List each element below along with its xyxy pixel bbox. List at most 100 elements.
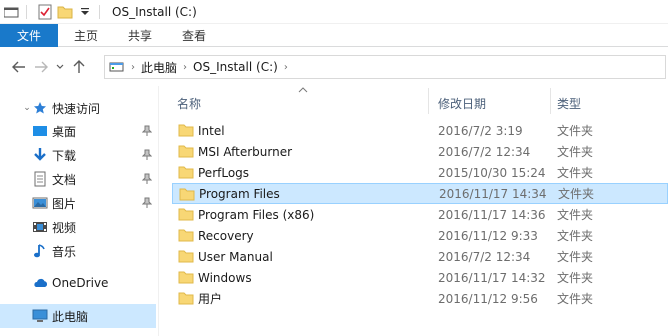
folder-icon	[178, 207, 194, 221]
column-divider[interactable]	[428, 88, 429, 114]
folder-icon	[178, 270, 194, 284]
file-row[interactable]: Windows 2016/11/17 14:32 文件夹	[172, 267, 668, 288]
sidebar-item-documents[interactable]: 文档	[0, 167, 156, 191]
folder-icon	[179, 187, 195, 201]
sidebar-item-onedrive[interactable]: OneDrive	[0, 271, 156, 295]
file-type: 文件夹	[557, 166, 594, 180]
download-icon	[32, 147, 48, 163]
pictures-icon	[32, 195, 48, 211]
column-header-name[interactable]: 名称	[177, 95, 201, 112]
music-icon	[32, 243, 48, 259]
folder-icon	[178, 249, 194, 263]
chevron-down-icon[interactable]: ⌄	[22, 103, 32, 113]
file-name: Recovery	[198, 228, 254, 243]
sidebar-item-pictures[interactable]: 图片	[0, 191, 156, 215]
up-button[interactable]	[68, 56, 90, 78]
file-row[interactable]: MSI Afterburner 2016/7/2 12:34 文件夹	[172, 141, 668, 162]
computer-icon	[32, 308, 48, 324]
tab-file[interactable]: 文件	[0, 24, 58, 47]
file-type: 文件夹	[557, 208, 594, 222]
video-icon	[32, 219, 48, 235]
file-row[interactable]: Recovery 2016/11/12 9:33 文件夹	[172, 225, 668, 246]
tab-home[interactable]: 主页	[58, 24, 114, 47]
ribbon-tabs: 文件 主页 共享 查看	[0, 24, 668, 47]
file-modified: 2016/11/17 14:34	[439, 186, 547, 201]
file-type: 文件夹	[557, 292, 594, 306]
file-type: 文件夹	[557, 145, 594, 159]
file-name: Windows	[198, 270, 252, 285]
file-type: 文件夹	[557, 229, 594, 243]
breadcrumb-this-pc[interactable]: 此电脑	[141, 59, 177, 76]
drive-icon	[109, 61, 125, 73]
sidebar-item-music[interactable]: 音乐	[0, 239, 156, 263]
pin-icon[interactable]	[142, 125, 152, 137]
explorer-icon[interactable]	[4, 4, 20, 20]
file-modified: 2015/10/30 15:24	[438, 165, 546, 180]
file-name: User Manual	[198, 249, 273, 264]
sort-ascending-icon	[298, 86, 308, 95]
file-type: 文件夹	[557, 124, 594, 138]
back-button[interactable]	[8, 56, 30, 78]
column-header-type[interactable]: 类型	[557, 95, 581, 112]
folder-icon	[178, 165, 194, 179]
file-name: 用户	[198, 292, 223, 306]
file-row[interactable]: Program Files (x86) 2016/11/17 14:36 文件夹	[172, 204, 668, 225]
folder-icon	[178, 228, 194, 242]
file-modified: 2016/7/2 12:34	[438, 249, 531, 264]
forward-button[interactable]	[30, 56, 52, 78]
recent-locations-button[interactable]	[52, 56, 68, 78]
breadcrumb-drive[interactable]: OS_Install (C:)	[193, 60, 278, 74]
folder-icon	[178, 123, 194, 137]
file-name: MSI Afterburner	[198, 144, 293, 159]
file-name: PerfLogs	[198, 165, 250, 180]
star-icon	[32, 100, 48, 116]
title-bar: OS_Install (C:)	[0, 0, 668, 24]
tab-share[interactable]: 共享	[114, 24, 166, 47]
sidebar-item-desktop[interactable]: 桌面	[0, 119, 156, 143]
sidebar-item-videos[interactable]: 视频	[0, 215, 156, 239]
pin-icon[interactable]	[142, 149, 152, 161]
properties-icon[interactable]	[37, 4, 53, 20]
document-icon	[32, 171, 48, 187]
window-title: OS_Install (C:)	[112, 4, 197, 19]
toolbar-divider	[99, 4, 100, 19]
address-bar[interactable]: › 此电脑 › OS_Install (C:) ›	[104, 55, 666, 79]
pane-divider[interactable]	[158, 86, 159, 336]
up-arrow-icon	[73, 60, 85, 73]
sidebar-item-downloads[interactable]: 下载	[0, 143, 156, 167]
pin-icon[interactable]	[142, 197, 152, 209]
file-row[interactable]: Intel 2016/7/2 3:19 文件夹	[172, 120, 668, 141]
pin-icon[interactable]	[142, 173, 152, 185]
file-row-selected[interactable]: Program Files 2016/11/17 14:34 文件夹	[172, 183, 668, 204]
file-type: 文件夹	[558, 187, 595, 201]
breadcrumb-chevron-icon[interactable]: ›	[131, 62, 135, 73]
chevron-down-icon	[56, 64, 64, 69]
file-type: 文件夹	[557, 271, 594, 285]
file-modified: 2016/11/17 14:36	[438, 207, 546, 222]
file-modified: 2016/7/2 3:19	[438, 123, 523, 138]
folder-icon	[178, 144, 194, 158]
file-modified: 2016/11/17 14:32	[438, 270, 546, 285]
sidebar-item-this-pc[interactable]: 此电脑	[0, 304, 156, 328]
sidebar-item-quick-access[interactable]: ⌄ 快速访问	[0, 96, 156, 120]
breadcrumb-chevron-icon[interactable]: ›	[284, 62, 288, 73]
file-row[interactable]: User Manual 2016/7/2 12:34 文件夹	[172, 246, 668, 267]
column-header-modified[interactable]: 修改日期	[438, 95, 486, 112]
new-folder-icon[interactable]	[57, 4, 73, 20]
tab-view[interactable]: 查看	[166, 24, 222, 47]
navigation-bar: › 此电脑 › OS_Install (C:) ›	[0, 48, 668, 86]
customize-dropdown-icon[interactable]	[77, 4, 93, 20]
quick-access-toolbar	[0, 0, 106, 24]
breadcrumb-chevron-icon[interactable]: ›	[183, 62, 187, 73]
toolbar-divider	[26, 4, 27, 19]
file-row[interactable]: PerfLogs 2015/10/30 15:24 文件夹	[172, 162, 668, 183]
file-type: 文件夹	[557, 250, 594, 264]
cloud-icon	[32, 275, 48, 291]
navigation-pane: ⌄ 快速访问 桌面 下载 文档 图片 视频 音乐 OneDrive 此电脑	[0, 92, 158, 336]
column-divider[interactable]	[550, 88, 551, 114]
folder-icon	[178, 291, 194, 305]
file-name: Program Files	[199, 186, 280, 201]
file-row[interactable]: 用户 2016/11/12 9:56 文件夹	[172, 288, 668, 309]
back-arrow-icon	[12, 61, 25, 73]
desktop-icon	[32, 123, 48, 139]
